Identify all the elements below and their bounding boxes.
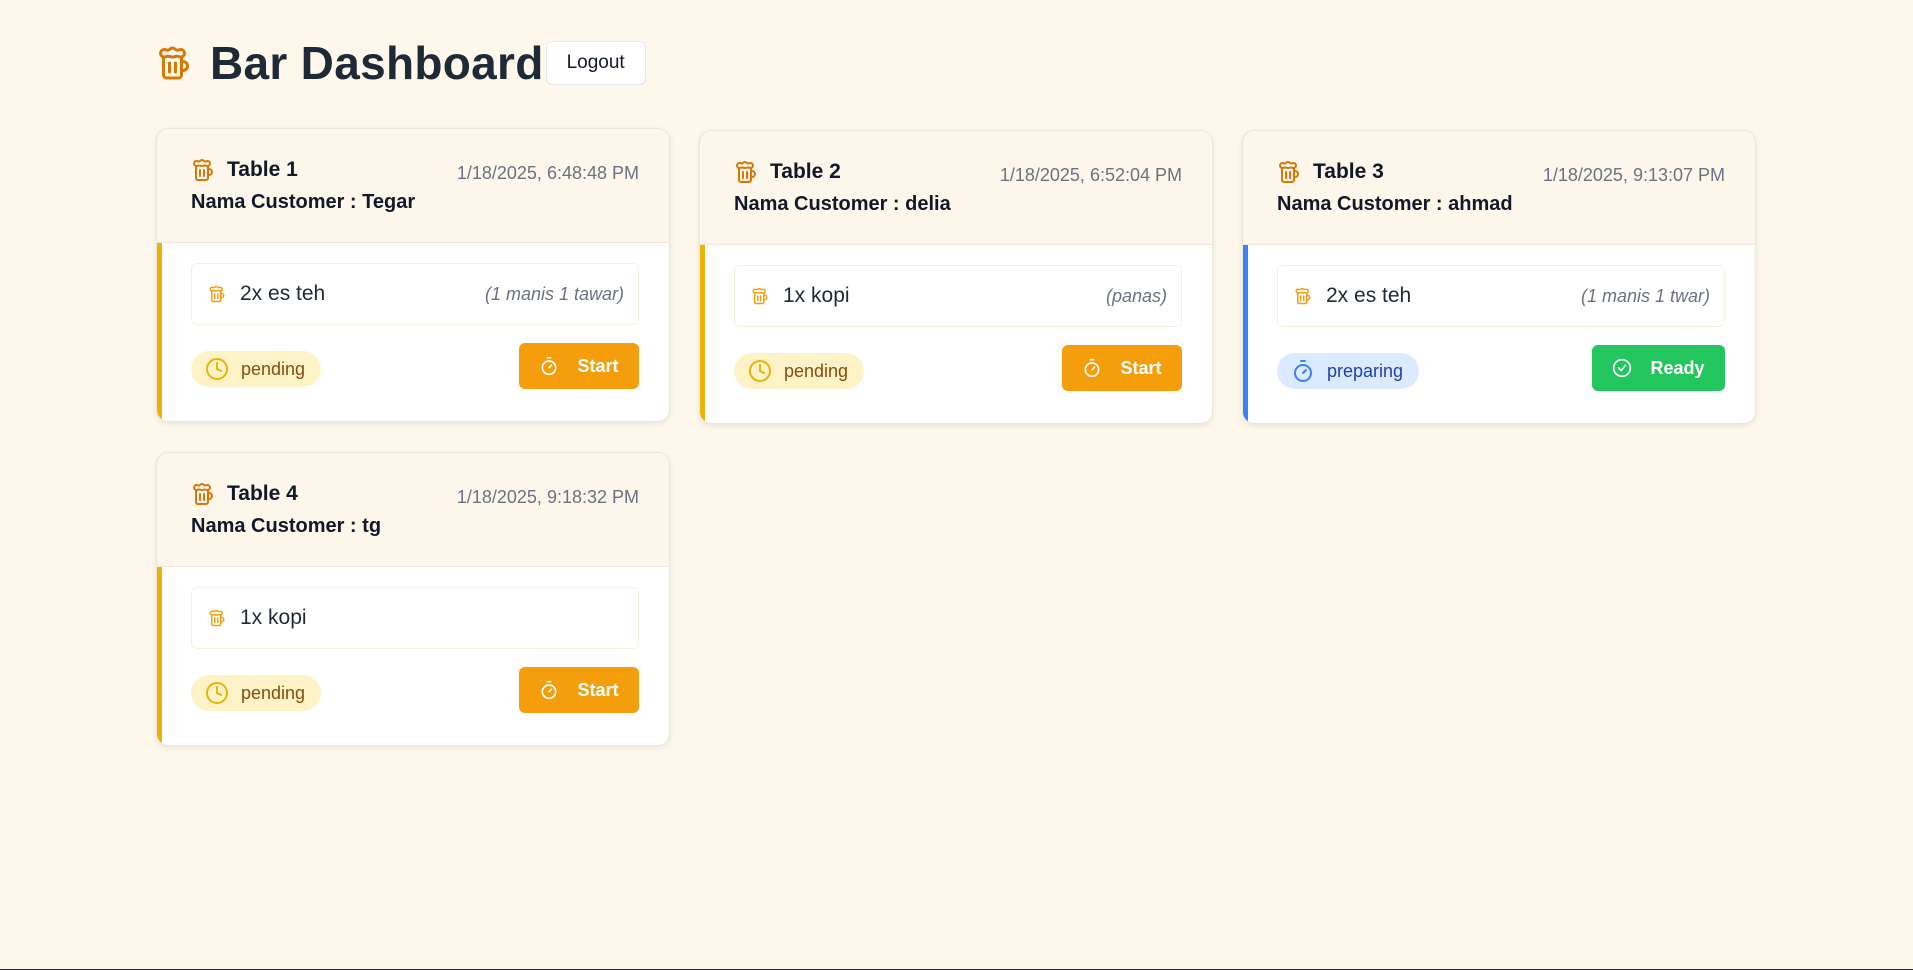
beer-mug-icon <box>208 284 226 304</box>
table-name: Table 3 <box>1313 160 1384 183</box>
order-card-table-2: Table 2 1/18/2025, 6:52:04 PM Nama Custo… <box>699 130 1213 424</box>
order-timestamp: 1/18/2025, 9:13:07 PM <box>1542 165 1725 185</box>
table-name: Table 2 <box>770 160 841 183</box>
order-card-table-3: Table 3 1/18/2025, 9:13:07 PM Nama Custo… <box>1242 130 1756 424</box>
customer-name: Nama Customer : ahmad <box>1277 193 1513 215</box>
ready-button[interactable]: Ready <box>1592 345 1725 391</box>
order-item: 2x es teh (1 manis 1 tawar) <box>191 263 639 325</box>
item-note: (1 manis 1 twar) <box>1580 285 1710 306</box>
timer-icon <box>539 356 559 376</box>
start-button[interactable]: Start <box>519 343 639 389</box>
customer-name: Nama Customer : tg <box>191 515 382 537</box>
status-badge: pending <box>191 351 322 387</box>
card-header: Table 1 1/18/2025, 6:48:48 PM Nama Custo… <box>157 129 669 243</box>
timer-icon <box>1082 358 1102 378</box>
status-badge: preparing <box>1277 353 1420 389</box>
card-header: Table 2 1/18/2025, 6:52:04 PM Nama Custo… <box>700 131 1212 245</box>
check-circle-icon <box>1612 358 1632 378</box>
status-label: pending <box>241 358 306 379</box>
header: Bar Dashboard Logout <box>156 40 646 86</box>
clock-icon <box>748 359 772 383</box>
customer-name: Nama Customer : Tegar <box>191 191 416 213</box>
logout-button[interactable]: Logout <box>545 41 646 85</box>
start-button-label: Start <box>1120 357 1162 378</box>
order-card-table-4: Table 4 1/18/2025, 9:18:32 PM Nama Custo… <box>156 452 670 746</box>
item-name: 1x kopi <box>783 284 850 307</box>
start-button-label: Start <box>577 355 619 376</box>
order-timestamp: 1/18/2025, 9:18:32 PM <box>456 487 639 507</box>
beer-mug-icon <box>191 481 215 507</box>
beer-mug-icon <box>191 157 215 183</box>
page-title: Bar Dashboard <box>210 37 544 89</box>
timer-icon <box>539 680 559 700</box>
order-item: 2x es teh (1 manis 1 twar) <box>1277 265 1725 327</box>
item-name: 2x es teh <box>240 282 326 305</box>
table-name: Table 1 <box>227 158 298 181</box>
start-button-label: Start <box>577 679 619 700</box>
order-timestamp: 1/18/2025, 6:52:04 PM <box>999 165 1182 185</box>
card-header: Table 4 1/18/2025, 9:18:32 PM Nama Custo… <box>157 453 669 567</box>
bar-dashboard-page: Bar Dashboard Logout Table 1 1/18/2025, … <box>0 0 1913 970</box>
order-card-table-1: Table 1 1/18/2025, 6:48:48 PM Nama Custo… <box>156 128 670 422</box>
clock-icon <box>205 357 229 381</box>
beer-mug-icon <box>734 159 758 185</box>
ready-button-label: Ready <box>1650 357 1705 378</box>
beer-mug-icon <box>156 43 192 83</box>
order-timestamp: 1/18/2025, 6:48:48 PM <box>456 163 639 183</box>
customer-name: Nama Customer : delia <box>734 193 951 215</box>
beer-mug-icon <box>751 286 769 306</box>
order-item: 1x kopi <box>191 587 639 649</box>
clock-icon <box>205 681 229 705</box>
status-badge: pending <box>734 353 865 389</box>
item-name: 2x es teh <box>1326 284 1412 307</box>
status-label: preparing <box>1327 360 1404 381</box>
start-button[interactable]: Start <box>1062 345 1182 391</box>
item-note: (1 manis 1 tawar) <box>484 283 624 304</box>
status-label: pending <box>784 360 849 381</box>
start-button[interactable]: Start <box>519 667 639 713</box>
order-item: 1x kopi (panas) <box>734 265 1182 327</box>
beer-mug-icon <box>208 608 226 628</box>
status-badge: pending <box>191 675 322 711</box>
item-name: 1x kopi <box>240 606 307 629</box>
timer-icon <box>1291 359 1315 383</box>
beer-mug-icon <box>1277 159 1301 185</box>
beer-mug-icon <box>1294 286 1312 306</box>
table-name: Table 4 <box>227 482 298 505</box>
status-label: pending <box>241 682 306 703</box>
card-header: Table 3 1/18/2025, 9:13:07 PM Nama Custo… <box>1243 131 1755 245</box>
item-note: (panas) <box>1105 285 1167 306</box>
